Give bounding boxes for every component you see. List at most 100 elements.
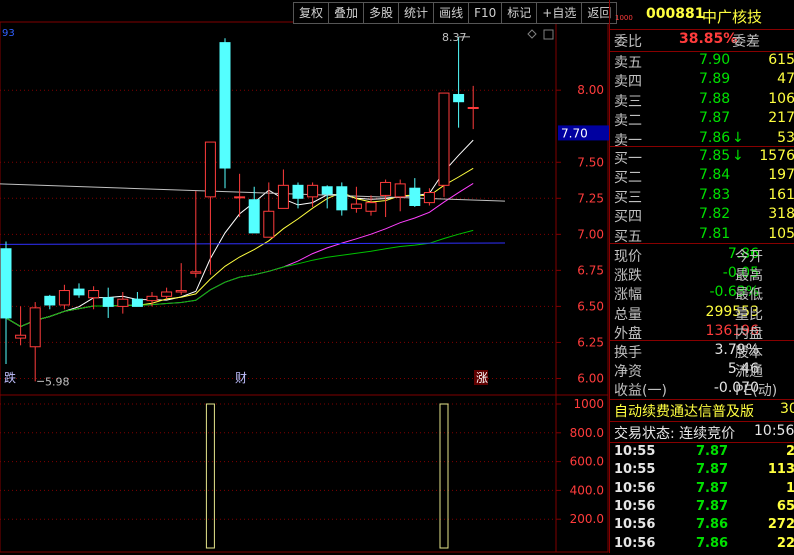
draw-line-button[interactable]: 画线 (434, 2, 470, 24)
quote-row: 总量 299553 量比 (614, 304, 794, 323)
tick-price: 7.87 (696, 498, 729, 514)
promo-banner[interactable]: 自动续费通达信普及版 30 (614, 401, 794, 420)
tick-volume: 2 (785, 444, 794, 459)
buy-level-row[interactable]: 买二 7.84 197 (614, 167, 794, 186)
candle[interactable] (219, 38, 231, 189)
divider (610, 421, 794, 422)
order-ratio-value: 38.85% (679, 31, 738, 47)
buy-level-row[interactable]: 买三 7.83 161 (614, 187, 794, 206)
sell-level-row[interactable]: 卖五 7.90 615 (614, 52, 794, 71)
quote-panel: 1000 000881 中广核技 委比 38.85% 委差 卖五 7.90 615 卖… (609, 0, 794, 553)
quote-row: 涨幅 -0.63% 最低 (614, 284, 794, 303)
diamond-icon[interactable] (527, 29, 537, 39)
buy-level-price: 7.81 (699, 225, 731, 242)
candle[interactable] (409, 178, 421, 207)
candle[interactable] (277, 169, 289, 209)
candle[interactable] (29, 302, 41, 382)
tick-row[interactable]: 10:55 7.87 2 (614, 444, 794, 463)
promo-text: 自动续费通达信普及版 (614, 404, 754, 420)
quote-row: 外盘 136196 内盘 (614, 323, 794, 342)
buy-level-price: 7.83 (699, 186, 731, 203)
volume-tick-label: 200.0 (570, 512, 604, 526)
sell-level-row[interactable]: 卖二 7.87 217 (614, 110, 794, 129)
price-tick-label: 6.50 (577, 299, 604, 313)
event-flag[interactable]: 涨 (476, 370, 488, 385)
f10-button[interactable]: F10 (469, 2, 503, 24)
restore-rights-button[interactable]: 复权 (293, 2, 330, 24)
candle[interactable] (263, 182, 275, 238)
volume-tick-label: 1000 (573, 397, 604, 411)
volume-tick-label: 400.0 (570, 483, 604, 497)
buy-level-row[interactable]: 买五 7.81 105 (614, 226, 794, 245)
candle[interactable] (58, 284, 70, 310)
candle-body (438, 92, 450, 186)
divider (610, 146, 794, 147)
volume-bar (439, 403, 449, 549)
candle[interactable] (44, 294, 56, 310)
candle-body (292, 184, 304, 199)
candle[interactable] (248, 186, 260, 234)
kline-chart[interactable]: 6.00 6.25 6.50 6.75 7.00 7.25 7.50 8.00 1000 800.… (0, 0, 609, 553)
quote-label: 涨幅 (614, 287, 642, 304)
tick-row[interactable]: 10:55 7.87 113 (614, 462, 794, 481)
divider (610, 340, 794, 341)
sell-level-row[interactable]: 卖三 7.88 106 (614, 91, 794, 110)
tick-row[interactable]: 10:56 7.87 65 (614, 499, 794, 518)
sell-level-volume: 106 (768, 90, 794, 107)
chart-toolbar: 复权 叠加 多股 统计 画线 F10 标记 +自选 返回 (293, 2, 618, 24)
candle[interactable] (336, 182, 348, 216)
settings-icon[interactable] (543, 29, 554, 40)
candle[interactable] (175, 263, 187, 295)
overlay-button[interactable]: 叠加 (329, 2, 365, 24)
stats-label: 换手 (614, 345, 642, 361)
sell-level-volume: 615 (768, 52, 794, 68)
tick-row[interactable]: 10:56 7.86 272 (614, 517, 794, 536)
buy-level-volume: 161 (768, 186, 794, 203)
divider (610, 29, 794, 30)
candle[interactable] (467, 85, 479, 130)
candle[interactable] (365, 195, 377, 216)
candle[interactable] (15, 306, 27, 346)
sell-level-row[interactable]: 卖四 7.89 47 (614, 71, 794, 90)
event-flag[interactable]: 财 (235, 371, 247, 385)
high-price-label: 8.37 (442, 31, 467, 44)
divider (610, 442, 794, 443)
candle-body (146, 295, 158, 302)
statistics-button[interactable]: 统计 (399, 2, 435, 24)
candle[interactable] (423, 188, 435, 206)
candle-body (161, 291, 173, 297)
buy-level-price: 7.84 (699, 167, 731, 184)
multi-stock-button[interactable]: 多股 (364, 2, 400, 24)
candle[interactable] (453, 36, 465, 128)
buy-level-row[interactable]: 买一 7.85 ↓ 1576 (614, 148, 794, 167)
candle[interactable] (131, 291, 143, 307)
current-price-value: 7.70 (561, 126, 588, 140)
candle-body (131, 298, 143, 307)
tick-row[interactable]: 10:56 7.86 22 (614, 536, 794, 555)
chart-frame (0, 21, 609, 553)
candle[interactable] (161, 287, 173, 300)
candle-body (321, 186, 333, 195)
candle[interactable] (117, 291, 129, 314)
candle[interactable] (73, 283, 85, 298)
mark-button[interactable]: 标记 (502, 2, 538, 24)
candle[interactable] (102, 287, 114, 318)
tick-volume: 65 (776, 498, 794, 514)
add-watchlist-button[interactable]: +自选 (537, 2, 583, 24)
sell-level-label: 卖四 (614, 74, 642, 91)
stock-code: 000881 (646, 6, 705, 22)
tick-volume: 272 (767, 517, 794, 533)
sell-level-label: 卖五 (614, 55, 642, 71)
order-ratio-label: 委比 (614, 34, 642, 50)
candle[interactable] (0, 241, 12, 365)
tick-row[interactable]: 10:56 7.87 1 (614, 481, 794, 500)
buy-level-row[interactable]: 买四 7.82 318 (614, 206, 794, 225)
tick-volume: 22 (776, 535, 794, 551)
candle[interactable] (204, 141, 216, 275)
quote-label-2: 今开 (735, 249, 763, 265)
event-flag[interactable]: 跌 (4, 370, 16, 385)
quote-label-2: 最高 (735, 268, 763, 285)
candle[interactable] (438, 92, 450, 197)
candle-body (453, 94, 465, 103)
candle[interactable] (394, 179, 406, 212)
